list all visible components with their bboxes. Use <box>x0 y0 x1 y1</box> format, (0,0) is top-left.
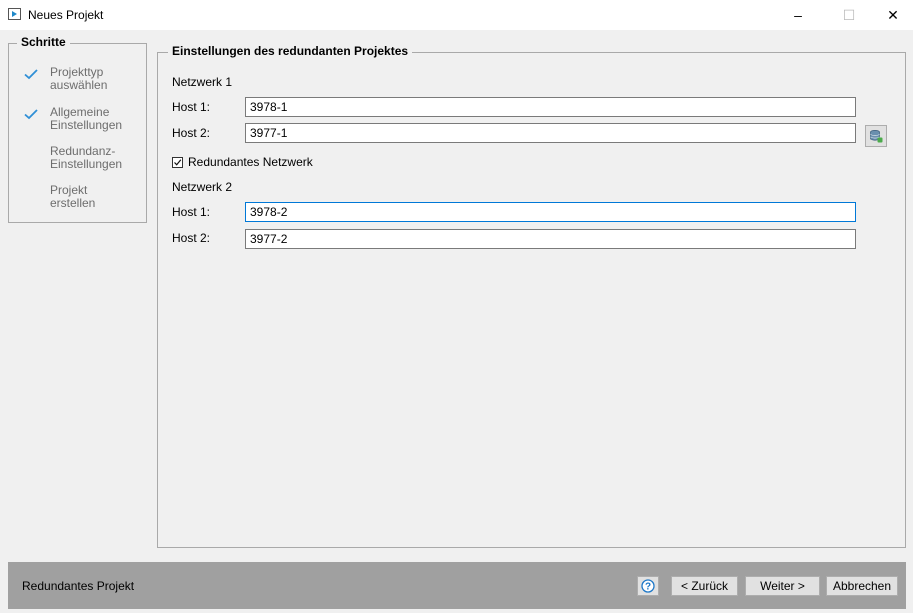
network1-host2-input[interactable] <box>245 123 856 143</box>
checkmark-icon <box>24 109 38 120</box>
help-icon: ? <box>641 579 655 593</box>
title-bar: Neues Projekt – ☐ ✕ <box>0 0 913 30</box>
database-button[interactable] <box>865 125 887 147</box>
app-icon <box>8 8 21 20</box>
minimize-icon: – <box>794 7 802 23</box>
network1-host2-label: Host 2: <box>172 126 211 140</box>
step-label-line2: Einstellungen <box>50 157 123 171</box>
maximize-button[interactable]: ☐ <box>826 0 872 30</box>
network2-host2-input[interactable] <box>245 229 856 249</box>
checkmark-icon <box>24 69 38 80</box>
network2-label: Netzwerk 2 <box>172 180 233 194</box>
redundant-network-label[interactable]: Redundantes Netzwerk <box>188 155 313 169</box>
step-label-line2: auswählen <box>50 78 108 92</box>
steps-group: Schritte Projekttyp auswählen Allgemeine… <box>8 35 147 223</box>
network2-host1-input[interactable] <box>245 202 856 222</box>
step-label-line2: Einstellungen <box>50 118 123 132</box>
help-button[interactable]: ? <box>637 576 659 596</box>
footer-title: Redundantes Projekt <box>22 579 135 593</box>
next-button[interactable]: Weiter > <box>745 576 820 596</box>
settings-legend: Einstellungen des redundanten Projektes <box>168 44 413 58</box>
footer-bar: Redundantes Projekt ? < Zurück Weiter > … <box>8 562 906 609</box>
network1-host1-label: Host 1: <box>172 100 211 114</box>
close-icon: ✕ <box>887 6 899 23</box>
help-glyph: ? <box>645 582 651 593</box>
maximize-icon: ☐ <box>842 6 856 23</box>
network2-host1-label: Host 1: <box>172 205 211 219</box>
network1-host1-input[interactable] <box>245 97 856 117</box>
step-label-line2: erstellen <box>50 196 96 210</box>
window-title: Neues Projekt <box>28 8 104 22</box>
checkbox-check-icon <box>174 159 182 166</box>
network2-host2-label: Host 2: <box>172 231 211 245</box>
steps-legend: Schritte <box>17 35 70 49</box>
network1-label: Netzwerk 1 <box>172 75 233 89</box>
cancel-button[interactable]: Abbrechen <box>826 576 898 596</box>
settings-group: Einstellungen des redundanten Projektes … <box>157 44 906 548</box>
back-button[interactable]: < Zurück <box>671 576 738 596</box>
close-button[interactable]: ✕ <box>870 0 913 30</box>
redundant-network-checkbox[interactable] <box>172 157 183 168</box>
database-icon <box>870 130 883 143</box>
minimize-button[interactable]: – <box>775 0 821 30</box>
